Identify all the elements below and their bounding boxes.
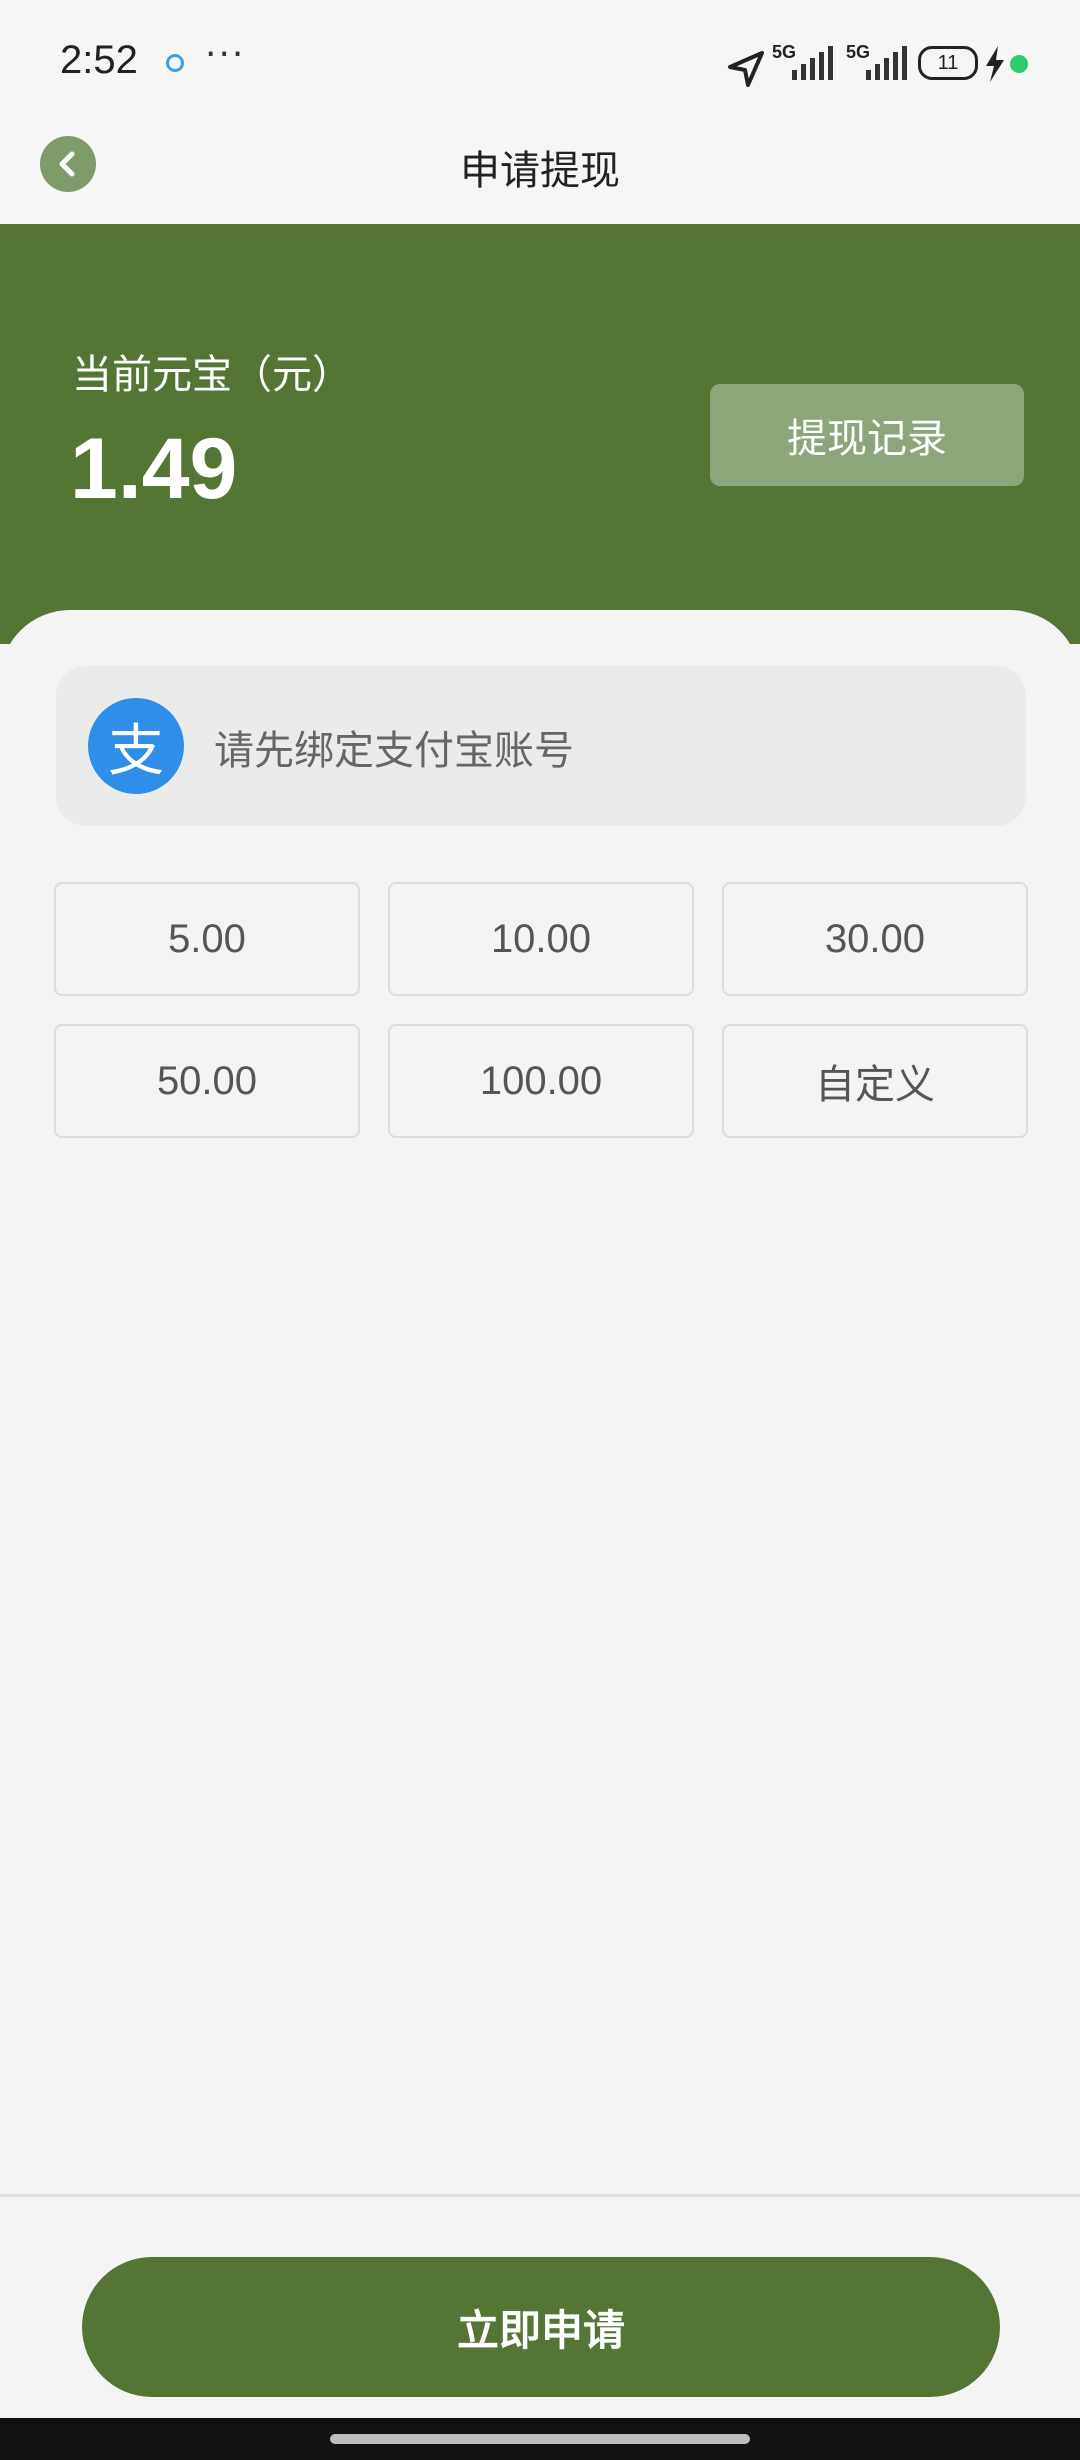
withdraw-card: 支 请先绑定支付宝账号 5.00 10.00 30.00 50.00 100.0… xyxy=(0,610,1080,2196)
location-icon xyxy=(728,51,764,87)
amount-option[interactable]: 100.00 xyxy=(388,1024,694,1138)
bind-alipay-row[interactable]: 支 请先绑定支付宝账号 xyxy=(56,666,1026,826)
page-title: 申请提现 xyxy=(460,148,620,194)
more-notifications-icon: ··· xyxy=(205,34,246,75)
balance-label: 当前元宝（元） xyxy=(72,352,352,398)
notification-icon xyxy=(166,54,184,72)
status-time: 2:52 xyxy=(60,38,138,82)
amount-option[interactable]: 50.00 xyxy=(54,1024,360,1138)
amount-option-custom[interactable]: 自定义 xyxy=(722,1024,1028,1138)
amount-option[interactable]: 5.00 xyxy=(54,882,360,996)
privacy-indicator-dot xyxy=(1010,55,1028,73)
balance-header: 当前元宝（元） 1.49 提现记录 xyxy=(0,224,1080,644)
withdraw-record-button[interactable]: 提现记录 xyxy=(710,384,1024,486)
bottom-action-bar: 立即申请 xyxy=(0,2194,1080,2418)
charging-bolt-icon xyxy=(986,46,1004,82)
gesture-navigation-area xyxy=(0,2418,1080,2460)
balance-value: 1.49 xyxy=(70,421,238,517)
battery-icon: 11 xyxy=(918,46,978,80)
apply-now-button[interactable]: 立即申请 xyxy=(82,2257,1000,2397)
amount-option[interactable]: 30.00 xyxy=(722,882,1028,996)
nav-bar: 申请提现 xyxy=(0,128,1080,224)
amount-option[interactable]: 10.00 xyxy=(388,882,694,996)
alipay-icon: 支 xyxy=(88,698,184,794)
bind-alipay-label: 请先绑定支付宝账号 xyxy=(214,728,574,774)
status-bar: 2:52 ··· 5G 5G 11 xyxy=(0,0,1080,128)
home-indicator[interactable] xyxy=(330,2434,750,2444)
